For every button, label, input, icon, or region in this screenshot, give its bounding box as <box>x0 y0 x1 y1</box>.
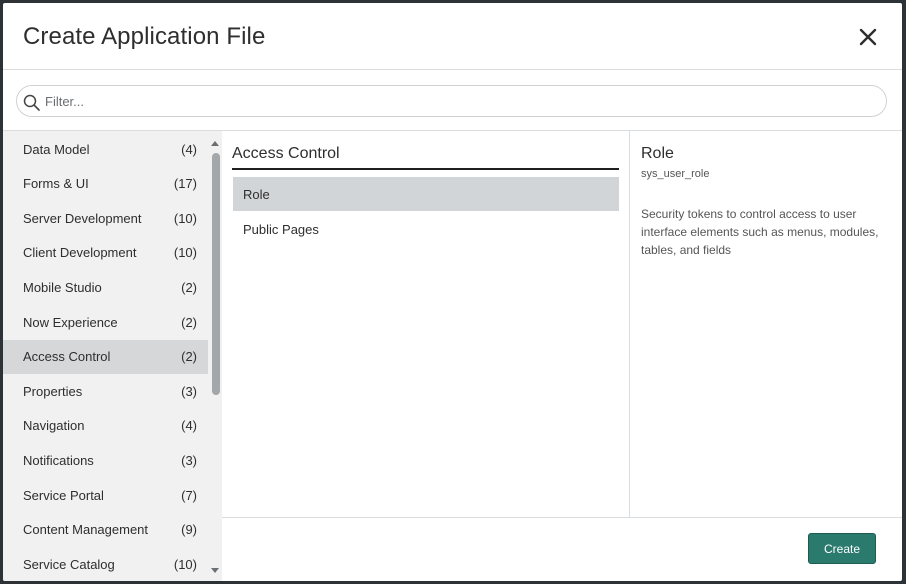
scrollbar-thumb[interactable] <box>212 153 220 395</box>
chevron-up-icon[interactable] <box>210 139 220 149</box>
description-table-name: sys_user_role <box>641 168 710 180</box>
category-label: Client Development <box>23 245 137 261</box>
category-label: Service Catalog <box>23 556 115 572</box>
search-icon <box>23 94 40 111</box>
filter-input[interactable] <box>45 90 875 112</box>
file-type-label: Role <box>243 186 270 202</box>
category-count: (17) <box>173 176 197 192</box>
category-count: (10) <box>173 245 197 261</box>
category-item[interactable]: Navigation (4) <box>3 409 208 443</box>
category-label: Now Experience <box>23 314 118 330</box>
category-label: Mobile Studio <box>23 279 102 295</box>
modal-title: Create Application File <box>23 23 266 50</box>
category-label: Server Development <box>23 210 142 226</box>
category-item[interactable]: Server Development (10) <box>3 201 208 235</box>
file-type-item[interactable]: Public Pages <box>233 212 619 246</box>
category-item[interactable]: Now Experience (2) <box>3 305 208 339</box>
file-type-panel: Access Control Role Public Pages <box>222 131 629 517</box>
category-label: Forms & UI <box>23 176 89 192</box>
heading-underline <box>232 168 619 170</box>
create-button[interactable]: Create <box>808 533 876 564</box>
close-icon <box>859 28 877 46</box>
category-item[interactable]: Service Portal (7) <box>3 478 208 512</box>
category-list: Data Model (4) Forms & UI (17) Server Develo… <box>3 131 208 581</box>
category-item[interactable]: Data Model (4) <box>3 132 208 166</box>
category-count: (3) <box>181 383 197 399</box>
description-text: Security tokens to control access to use… <box>641 207 879 257</box>
create-application-file-dialog: Create Application File Data Model (4) For… <box>3 3 902 581</box>
category-count: (9) <box>181 522 197 538</box>
category-count: (2) <box>181 279 197 295</box>
category-label: Navigation <box>23 418 85 434</box>
close-button[interactable] <box>856 25 880 49</box>
category-count: (3) <box>181 452 197 468</box>
category-label: Data Model <box>23 141 90 157</box>
category-count: (2) <box>181 314 197 330</box>
filter-field <box>16 85 887 117</box>
category-item[interactable]: Content Management (9) <box>3 513 208 547</box>
category-count: (10) <box>173 556 197 572</box>
category-item[interactable]: Service Catalog (10) <box>3 547 208 581</box>
category-label: Access Control <box>23 349 111 365</box>
footer-divider <box>222 517 902 518</box>
category-item[interactable]: Mobile Studio (2) <box>3 270 208 304</box>
category-label: Properties <box>23 383 83 399</box>
category-item[interactable]: Client Development (10) <box>3 236 208 270</box>
category-count: (4) <box>181 141 197 157</box>
category-label: Service Portal <box>23 487 104 503</box>
category-scrollbar[interactable] <box>208 131 222 581</box>
category-count: (10) <box>173 210 197 226</box>
category-item[interactable]: Forms & UI (17) <box>3 167 208 201</box>
category-label: Notifications <box>23 452 94 468</box>
category-count: (2) <box>181 349 197 365</box>
description-title: Role <box>641 145 674 162</box>
category-count: (4) <box>181 418 197 434</box>
modal-header: Create Application File <box>3 3 902 70</box>
file-type-item[interactable]: Role <box>233 177 619 211</box>
file-type-heading: Access Control <box>232 145 340 162</box>
chevron-down-icon[interactable] <box>210 565 220 575</box>
category-count: (7) <box>181 487 197 503</box>
category-label: Content Management <box>23 522 149 538</box>
category-item[interactable]: Notifications (3) <box>3 443 208 477</box>
description-panel: Role sys_user_role Security tokens to co… <box>629 131 902 517</box>
file-type-label: Public Pages <box>243 221 319 237</box>
category-item[interactable]: Properties (3) <box>3 374 208 408</box>
category-item[interactable]: Access Control (2) <box>3 339 208 374</box>
